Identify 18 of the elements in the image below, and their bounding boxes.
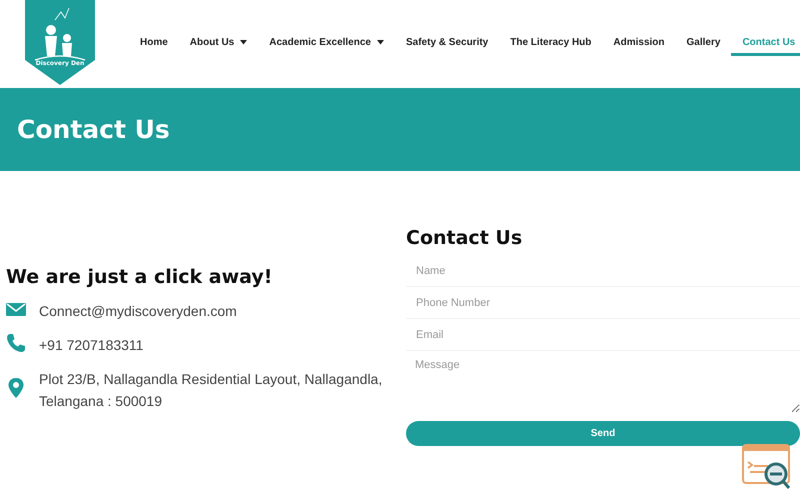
form-heading: Contact Us — [406, 227, 524, 249]
contact-detail: Plot 23/B, Nallagandla Residential Layout, Nallagandla, Telangana : 500019 — [39, 370, 384, 411]
contact-detail: Connect@mydiscoveryden.com — [39, 302, 237, 321]
chat-widget-icon[interactable] — [742, 444, 792, 490]
caret-icon — [376, 40, 384, 44]
caret-icon — [240, 40, 248, 44]
phone-icon — [6, 333, 26, 353]
contact-detail: +91 7207183311 — [39, 336, 144, 355]
nav-link[interactable]: The Literacy Hub — [499, 28, 602, 56]
nav-link[interactable]: Gallery — [676, 28, 732, 56]
location-pin-icon — [6, 378, 26, 398]
nav-link[interactable]: About Us — [178, 28, 258, 56]
nav-link[interactable]: Admission — [602, 28, 676, 56]
nav-link[interactable]: Home — [129, 28, 179, 56]
page-title: Contact Us — [17, 115, 170, 144]
nav-link[interactable]: Academic Excellence — [258, 28, 395, 56]
section-heading: We are just a click away! — [6, 266, 274, 288]
nav-link[interactable]: Safety & Security — [394, 28, 500, 56]
